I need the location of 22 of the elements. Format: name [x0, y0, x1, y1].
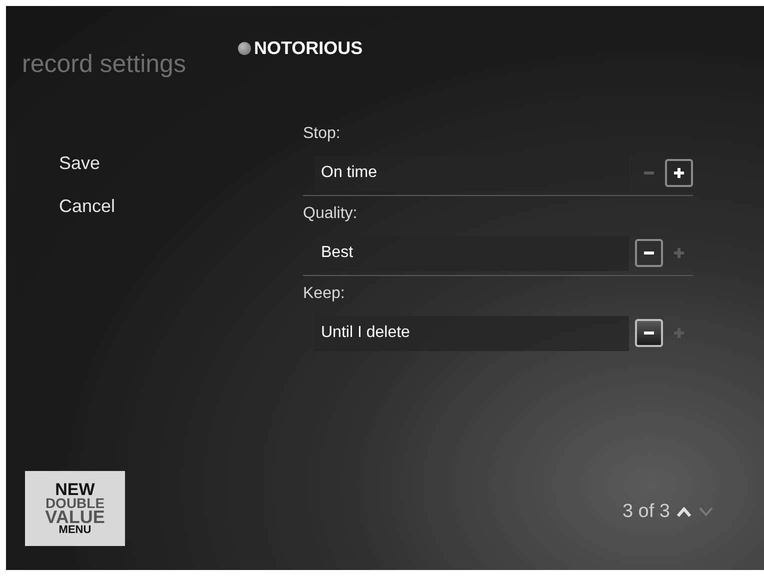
- setting-value[interactable]: Until I delete: [315, 316, 629, 350]
- minus-button[interactable]: [635, 239, 663, 267]
- menu-item[interactable]: Save: [59, 150, 100, 176]
- plus-icon: [673, 327, 685, 339]
- setting-label: Quality:: [303, 204, 358, 224]
- page-title: record settings: [22, 50, 186, 78]
- promo-text: DOUBLE: [45, 496, 105, 510]
- promo-text: NEW: [55, 482, 95, 497]
- page-counter: 3 of 3: [622, 500, 670, 524]
- setting-label: Keep:: [303, 284, 346, 304]
- menu-item[interactable]: Cancel: [59, 192, 116, 220]
- plus-icon: [673, 247, 685, 259]
- up-button[interactable]: [676, 506, 692, 518]
- minus-button[interactable]: [635, 319, 663, 347]
- chevron-up-icon: [676, 506, 692, 518]
- chevron-down-icon: [698, 506, 714, 518]
- plus-icon: [673, 167, 685, 179]
- promo-text: VALUE: [45, 509, 105, 526]
- promo-text: MENU: [58, 526, 92, 536]
- setting-label: Stop:: [303, 124, 342, 144]
- program-title: NOTORIOUS: [254, 37, 363, 60]
- plus-button[interactable]: [665, 159, 693, 187]
